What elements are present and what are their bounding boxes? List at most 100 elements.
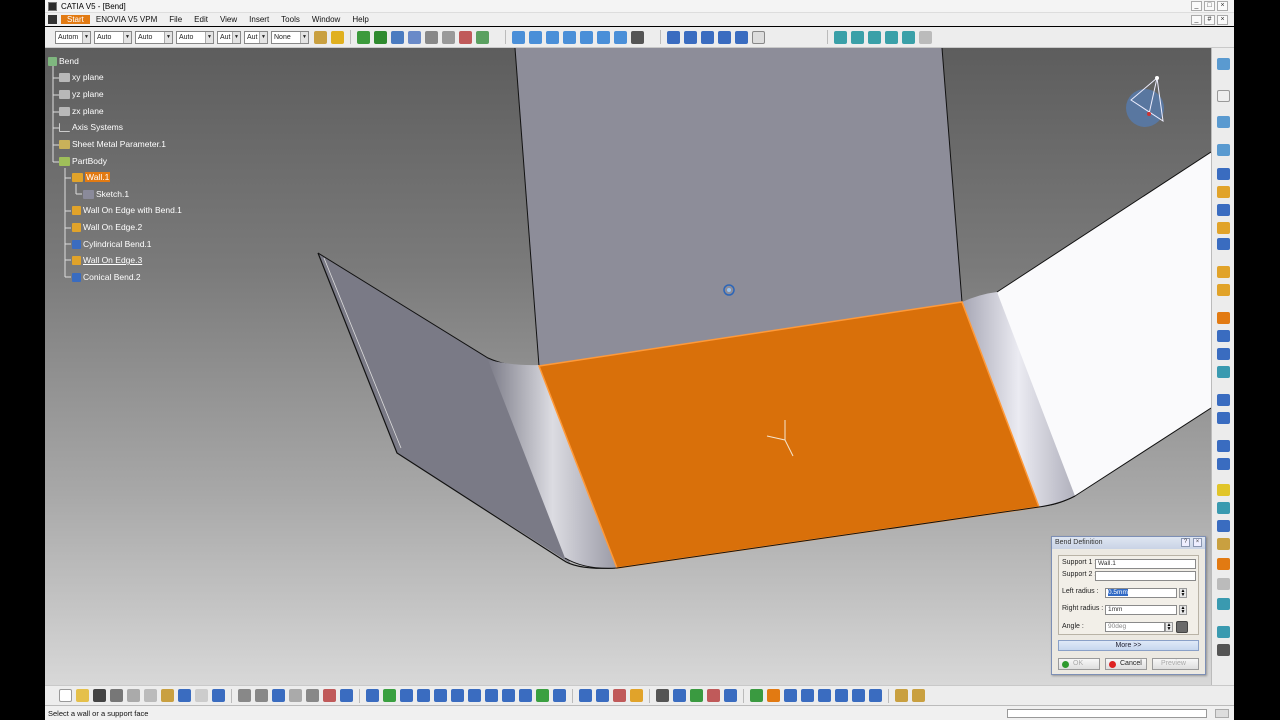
tree-item-yz-plane[interactable]: yz plane (59, 89, 104, 99)
save-as-dxf-icon[interactable] (1217, 598, 1230, 610)
tear-drop-icon[interactable] (1217, 238, 1230, 250)
transparency-combo[interactable]: Auto ▼ (94, 30, 132, 44)
stamping-icon[interactable] (1217, 484, 1230, 496)
ok-button[interactable]: OK (1058, 658, 1100, 670)
swept-walls-icon[interactable] (1217, 186, 1230, 198)
cut-part-icon[interactable] (835, 689, 848, 702)
new-icon[interactable] (59, 689, 72, 702)
shading-hidden-icon[interactable] (701, 30, 714, 44)
quick-view-icon[interactable] (502, 689, 515, 702)
redo-icon[interactable] (195, 689, 208, 702)
iso-view-icon[interactable] (512, 30, 525, 44)
multi-view-icon[interactable] (485, 689, 498, 702)
copy-icon[interactable] (144, 689, 157, 702)
formula-icon[interactable] (238, 689, 251, 702)
views-icon[interactable] (902, 30, 915, 44)
sm-parameters-icon[interactable] (1217, 58, 1230, 70)
undo-icon[interactable] (178, 689, 191, 702)
measure-inertia-icon[interactable] (613, 689, 626, 702)
left-radius-field[interactable]: 0.5mm (1105, 588, 1177, 598)
render-style-combo[interactable]: None ▼ (271, 30, 309, 44)
view-mode-icon[interactable] (519, 689, 532, 702)
cutout-icon[interactable] (1217, 366, 1230, 378)
stiffening-rib-icon[interactable] (1217, 538, 1230, 550)
law-icon[interactable] (306, 689, 319, 702)
axis-icon[interactable] (784, 689, 797, 702)
folding-icon[interactable] (1217, 330, 1230, 342)
3d-viewport[interactable]: Bend xy plane yz plane zx plane Axis Sys… (45, 48, 1211, 685)
power-input-field[interactable] (1007, 709, 1207, 718)
rotate-icon[interactable] (374, 30, 387, 44)
cancel-button[interactable]: Cancel (1105, 658, 1147, 670)
knowledge-icon[interactable] (255, 689, 268, 702)
menu-tools[interactable]: Tools (275, 15, 306, 24)
grid-icon[interactable] (852, 689, 865, 702)
swap-space-icon[interactable] (476, 30, 489, 44)
dimension-icon[interactable] (801, 689, 814, 702)
shading-edges-icon[interactable] (684, 30, 697, 44)
flange-icon[interactable] (1217, 204, 1230, 216)
tree-item-wall-on-edge-2[interactable]: Wall On Edge.2 (72, 222, 142, 232)
tree-item-wall-on-edge-with-bend-1[interactable]: Wall On Edge with Bend.1 (72, 205, 182, 215)
curvature-icon[interactable] (724, 689, 737, 702)
whats-this-icon[interactable] (212, 689, 225, 702)
named-views-icon[interactable] (631, 30, 644, 44)
mirror-icon[interactable] (1217, 558, 1230, 570)
draft-analysis-icon[interactable] (707, 689, 720, 702)
swap-visible-icon[interactable] (553, 689, 566, 702)
doc-minimize-button[interactable]: _ (1191, 15, 1202, 25)
top-view-icon[interactable] (597, 30, 610, 44)
menu-view[interactable]: View (214, 15, 243, 24)
tree-item-conical-bend-2[interactable]: Conical Bend.2 (72, 272, 141, 282)
measure-icon[interactable] (425, 30, 438, 44)
left-radius-spinner[interactable]: ▲ ▼ (1179, 588, 1187, 598)
save-icon[interactable] (1217, 644, 1230, 656)
back-view-icon[interactable] (546, 30, 559, 44)
capture-icon[interactable] (656, 689, 669, 702)
material-icon[interactable] (718, 30, 731, 44)
help-icon[interactable] (752, 30, 765, 44)
measure-item-icon[interactable] (596, 689, 609, 702)
measure-between-icon[interactable] (579, 689, 592, 702)
color-combo[interactable]: Autom ▼ (55, 30, 91, 44)
unfolding-icon[interactable] (1217, 312, 1230, 324)
product-icon[interactable] (340, 689, 353, 702)
chamfer-icon[interactable] (1217, 458, 1230, 470)
tree-item-xy-plane[interactable]: xy plane (59, 72, 104, 82)
point-mapping-icon[interactable] (1217, 348, 1230, 360)
tree-item-partbody[interactable]: PartBody (59, 156, 107, 166)
layer-combo[interactable]: Aut ▼ (244, 30, 268, 44)
options-icon[interactable] (912, 689, 925, 702)
tree-item-cylindrical-bend-1[interactable]: Cylindrical Bend.1 (72, 239, 152, 249)
doc-close-button[interactable]: × (1217, 15, 1228, 25)
rotate-view-icon[interactable] (750, 689, 763, 702)
select-sketch-icon[interactable] (767, 689, 780, 702)
wireframe-icon[interactable] (735, 30, 748, 44)
pan-icon[interactable] (357, 30, 370, 44)
menu-start[interactable]: Start (61, 15, 90, 24)
open-icon[interactable] (76, 689, 89, 702)
right-view-icon[interactable] (580, 30, 593, 44)
left-view-icon[interactable] (563, 30, 576, 44)
maximize-button[interactable]: □ (1204, 1, 1215, 11)
compass-icon[interactable] (442, 30, 455, 44)
bend-icon[interactable] (1217, 266, 1230, 278)
sheet-metal-part[interactable] (45, 48, 1211, 685)
shading-icon[interactable] (667, 30, 680, 44)
zoom-icon[interactable] (391, 30, 404, 44)
menu-enovia[interactable]: ENOVIA V5 VPM (90, 15, 163, 24)
catalog-icon[interactable] (272, 689, 285, 702)
angle-spinner[interactable]: ▲ ▼ (1165, 622, 1173, 632)
menu-insert[interactable]: Insert (243, 15, 275, 24)
cut-icon[interactable] (127, 689, 140, 702)
apply-material-icon[interactable] (630, 689, 643, 702)
pattern-icon[interactable] (1217, 578, 1230, 590)
hide-show-icon[interactable] (536, 689, 549, 702)
tree-item-axis-systems[interactable]: Axis Systems (59, 122, 123, 132)
sketch-icon[interactable] (673, 689, 686, 702)
dialog-close-button[interactable]: × (1193, 538, 1202, 547)
more-button[interactable]: More >> (1058, 640, 1199, 651)
doc-restore-button[interactable]: # (1204, 15, 1215, 25)
menu-help[interactable]: Help (346, 15, 374, 24)
tree-item-zx-plane[interactable]: zx plane (59, 106, 104, 116)
